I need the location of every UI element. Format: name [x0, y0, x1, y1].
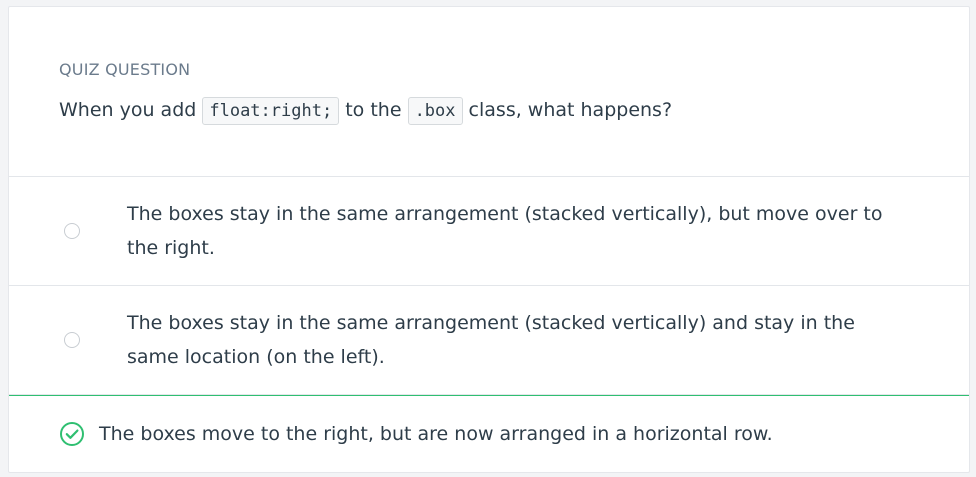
question-section: QUIZ QUESTION When you add float:right; …	[9, 7, 969, 177]
question-prompt: When you add float:right; to the .box cl…	[59, 95, 969, 125]
answer-option-2[interactable]: The boxes stay in the same arrangement (…	[9, 286, 969, 395]
quiz-card: QUIZ QUESTION When you add float:right; …	[8, 6, 970, 473]
inline-code: .box	[407, 96, 463, 125]
answer-option-text: The boxes move to the right, but are now…	[99, 423, 773, 445]
quiz-question-label: QUIZ QUESTION	[59, 60, 191, 79]
answer-option-text: The boxes stay in the same arrangement (…	[127, 312, 855, 368]
inline-code: float:right;	[202, 96, 340, 125]
answer-option-1[interactable]: The boxes stay in the same arrangement (…	[9, 177, 969, 286]
prompt-text: to the	[339, 99, 408, 121]
answer-option-3-correct[interactable]: The boxes move to the right, but are now…	[9, 395, 969, 472]
radio-button[interactable]	[64, 332, 80, 348]
radio-button[interactable]	[64, 223, 80, 239]
prompt-text: class, what happens?	[462, 99, 673, 121]
check-circle-icon	[59, 421, 85, 447]
answer-option-text: The boxes stay in the same arrangement (…	[127, 203, 883, 259]
prompt-text: When you add	[59, 99, 203, 121]
